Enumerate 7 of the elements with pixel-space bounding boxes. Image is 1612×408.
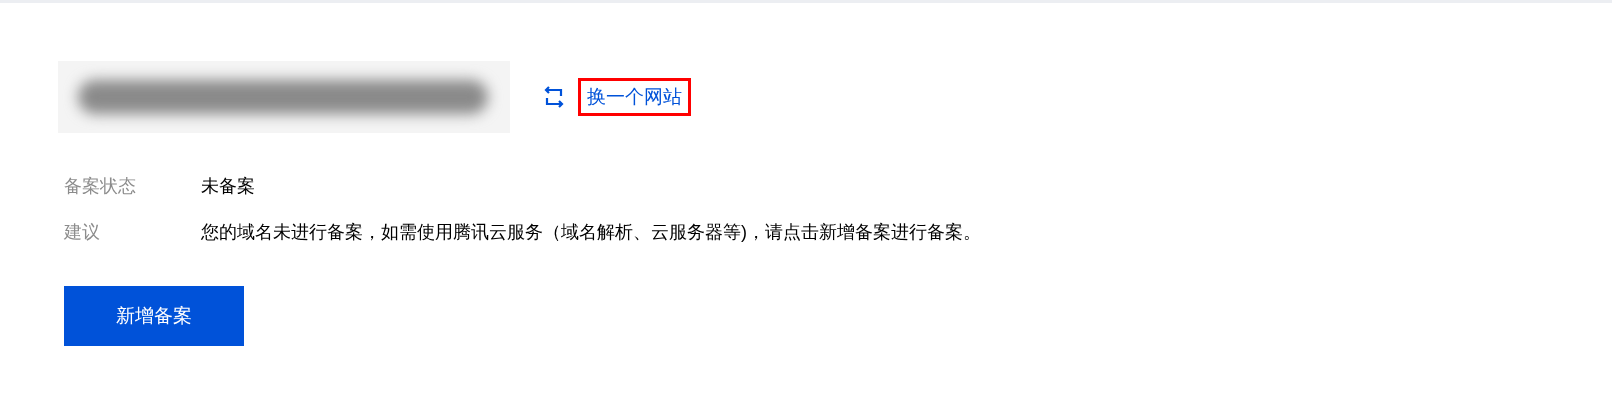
field-label: 备案状态 xyxy=(64,175,137,198)
swap-icon xyxy=(542,84,566,109)
field-value: 未备案 xyxy=(201,175,255,198)
switch-site-link[interactable]: 换一个网站 xyxy=(578,77,691,116)
field-label: 建议 xyxy=(64,221,101,244)
field-value: 您的域名未进行备案，如需使用腾讯云服务（域名解析、云服务器等)，请点击新增备案进行备案。 xyxy=(201,221,981,244)
add-filing-button[interactable]: 新增备案 xyxy=(64,286,244,346)
